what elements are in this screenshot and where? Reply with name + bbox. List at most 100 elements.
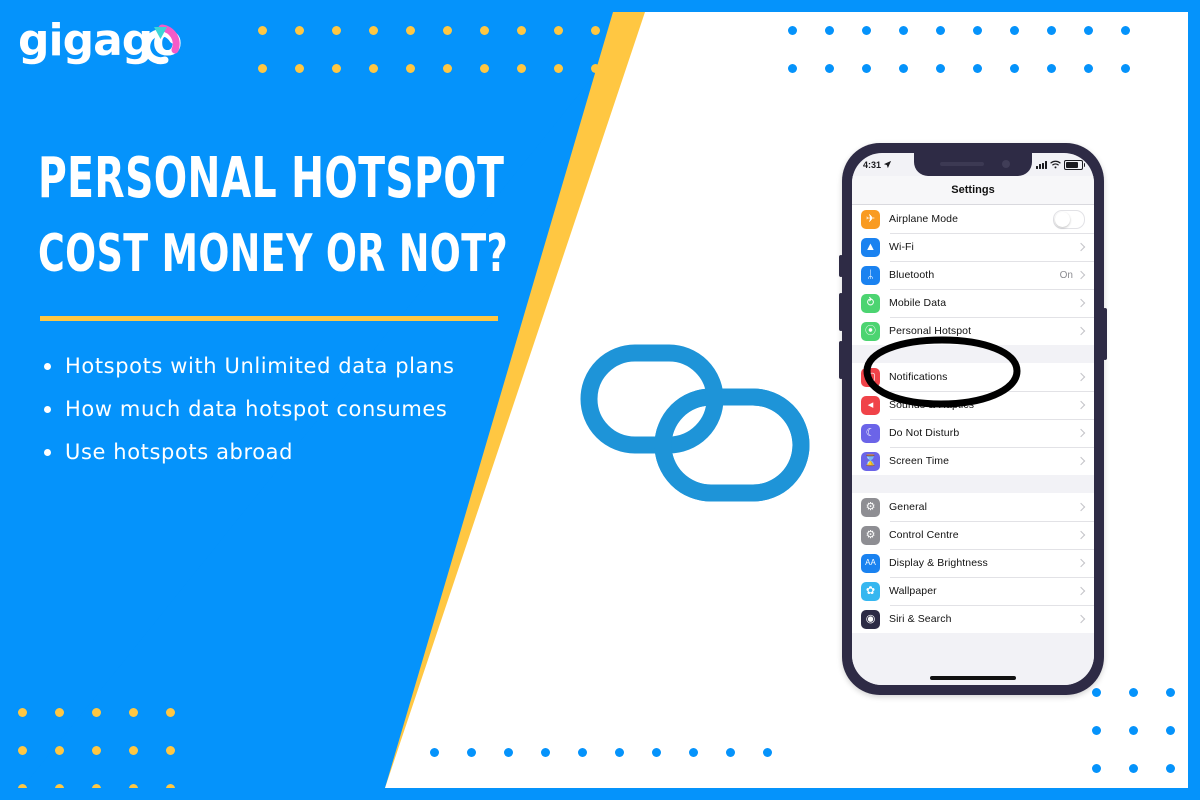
- brand-logo[interactable]: gigago: [18, 14, 218, 70]
- chain-link-icon: [580, 344, 810, 502]
- settings-row-label: Siri & Search: [889, 613, 952, 625]
- decorative-dot: [1129, 688, 1138, 697]
- settings-row-airplane-mode[interactable]: ✈ Airplane Mode: [852, 205, 1094, 233]
- decorative-dot: [1092, 726, 1101, 735]
- settings-row-wallpaper[interactable]: ✿ Wallpaper: [852, 577, 1094, 605]
- decorative-dot: [129, 746, 138, 755]
- decorative-dot: [517, 64, 526, 73]
- settings-row-bluetooth[interactable]: ᛦ Bluetooth On: [852, 261, 1094, 289]
- headline-line-1: PERSONAL HOTSPOT: [38, 146, 505, 211]
- chevron-right-icon: [1076, 456, 1086, 466]
- decorative-dot: [825, 64, 834, 73]
- decorative-dot: [55, 708, 64, 717]
- decorative-dot: [332, 26, 341, 35]
- chevron-right-icon: [1076, 428, 1086, 438]
- settings-list[interactable]: ✈ Airplane Mode ▲ Wi-Fi ᛦ Bluetooth On ⥁ Mobile …: [852, 205, 1094, 685]
- decorative-dot: [369, 64, 378, 73]
- bullet-dot-icon: [44, 363, 51, 370]
- volume-down-button[interactable]: [839, 341, 843, 379]
- decorative-dot: [554, 64, 563, 73]
- decorative-dot: [1010, 26, 1019, 35]
- decorative-dot: [615, 748, 624, 757]
- decorative-dot: [1129, 764, 1138, 773]
- siri-search-icon: ◉: [861, 609, 880, 629]
- decorative-dot: [1166, 764, 1175, 773]
- decorative-dot: [92, 708, 101, 717]
- home-indicator[interactable]: [930, 676, 1016, 680]
- decorative-dot: [1047, 64, 1056, 73]
- decorative-dot: [936, 64, 945, 73]
- settings-row-sounds-haptics[interactable]: ◂ Sounds & Haptics: [852, 391, 1094, 419]
- mute-switch[interactable]: [839, 255, 843, 277]
- list-group-gap: [852, 475, 1094, 493]
- settings-row-label: Control Centre: [889, 529, 959, 541]
- decorative-dot: [406, 26, 415, 35]
- decorative-dot: [763, 748, 772, 757]
- decorative-dot: [689, 748, 698, 757]
- volume-up-button[interactable]: [839, 293, 843, 331]
- battery-icon: [1064, 159, 1085, 170]
- settings-row-label: Airplane Mode: [889, 213, 959, 225]
- location-arrow-icon: [883, 160, 892, 169]
- settings-row-label: Bluetooth: [889, 269, 935, 281]
- do-not-disturb-icon: ☾: [861, 423, 880, 443]
- decorative-dot: [295, 64, 304, 73]
- headline-underline: [40, 316, 498, 321]
- chevron-right-icon: [1076, 530, 1086, 540]
- decorative-dot: [825, 26, 834, 35]
- chevron-right-icon: [1076, 242, 1086, 252]
- decorative-dot: [443, 64, 452, 73]
- decorative-dot: [467, 748, 476, 757]
- control-centre-icon: ⚙: [861, 525, 880, 545]
- settings-row-label: Notifications: [889, 371, 948, 383]
- settings-row-mobile-data[interactable]: ⥁ Mobile Data: [852, 289, 1094, 317]
- settings-row-label: Display & Brightness: [889, 557, 988, 569]
- chevron-right-icon: [1076, 400, 1086, 410]
- settings-row-control-centre[interactable]: ⚙ Control Centre: [852, 521, 1094, 549]
- decorative-dot: [443, 26, 452, 35]
- screen-time-icon: ⌛: [861, 451, 880, 471]
- settings-row-label: Personal Hotspot: [889, 325, 972, 337]
- chevron-right-icon: [1076, 502, 1086, 512]
- display-brightness-icon: AA: [861, 553, 880, 573]
- decorative-dot: [578, 748, 587, 757]
- settings-row-notifications[interactable]: ▢ Notifications: [852, 363, 1094, 391]
- settings-row-siri-search[interactable]: ◉ Siri & Search: [852, 605, 1094, 633]
- nav-bar-title: Settings: [852, 176, 1094, 204]
- decorative-dot: [1084, 26, 1093, 35]
- settings-row-screen-time[interactable]: ⌛ Screen Time: [852, 447, 1094, 475]
- settings-row-display-brightness[interactable]: AA Display & Brightness: [852, 549, 1094, 577]
- power-button[interactable]: [1103, 308, 1107, 360]
- list-group-gap: [852, 345, 1094, 363]
- decorative-dot: [369, 26, 378, 35]
- border-left: [0, 0, 12, 800]
- settings-row-do-not-disturb[interactable]: ☾ Do Not Disturb: [852, 419, 1094, 447]
- toggle-switch[interactable]: [1053, 209, 1085, 229]
- decorative-dot: [166, 708, 175, 717]
- bullet-text: How much data hotspot consumes: [65, 397, 448, 421]
- poster-canvas: gigago PERSONAL HOTSPOT COST MONEY OR NO…: [0, 0, 1200, 800]
- settings-row-wi-fi[interactable]: ▲ Wi-Fi: [852, 233, 1094, 261]
- decorative-dot: [18, 746, 27, 755]
- settings-row-personal-hotspot[interactable]: ⦿ Personal Hotspot: [852, 317, 1094, 345]
- decorative-dot: [332, 64, 341, 73]
- settings-group: ▢ Notifications ◂ Sounds & Haptics ☾ Do Not D…: [852, 363, 1094, 475]
- decorative-dot: [1166, 726, 1175, 735]
- border-top: [0, 0, 1200, 12]
- settings-row-general[interactable]: ⚙ General: [852, 493, 1094, 521]
- notifications-icon: ▢: [861, 367, 880, 387]
- decorative-dot: [591, 64, 600, 73]
- decorative-dot: [899, 64, 908, 73]
- settings-group: ✈ Airplane Mode ▲ Wi-Fi ᛦ Bluetooth On ⥁ Mobile …: [852, 205, 1094, 345]
- decorative-dot: [295, 26, 304, 35]
- decorative-dot: [55, 746, 64, 755]
- sounds-haptics-icon: ◂: [861, 395, 880, 415]
- bullet-list: Hotspots with Unlimited data plans How m…: [38, 352, 558, 481]
- nav-bar-separator: [852, 204, 1094, 205]
- headline-line-2: COST MONEY OR NOT?: [38, 224, 509, 284]
- decorative-dot: [480, 26, 489, 35]
- mobile-data-icon: ⥁: [861, 293, 880, 313]
- decorative-dot: [1129, 726, 1138, 735]
- settings-row-value: On: [1059, 269, 1073, 281]
- decorative-dot: [554, 26, 563, 35]
